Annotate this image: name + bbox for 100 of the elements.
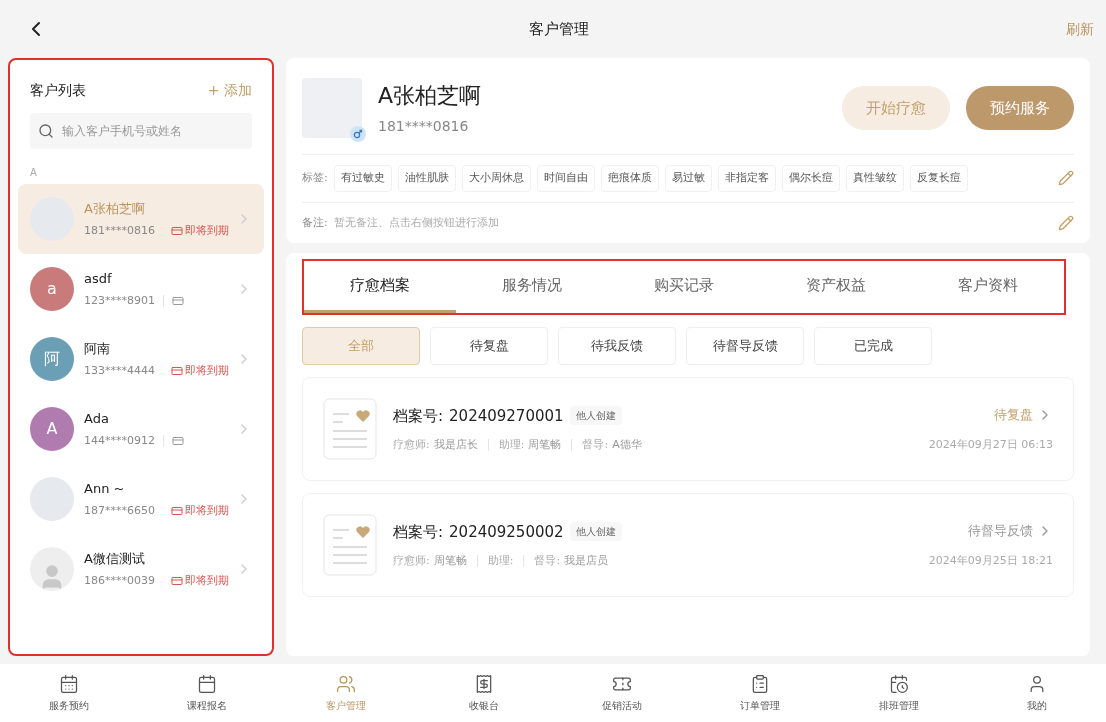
customer-item[interactable]: A Ada 144****0912 [18,394,264,464]
record-label: 档案号: [393,405,444,427]
tab[interactable]: 购买记录 [608,261,760,313]
expiring-label: 即将到期 [185,362,229,379]
record-status: 待督导反馈 [968,522,1033,540]
tab[interactable]: 疗愈档案 [304,261,456,313]
nav-tab[interactable]: 收银台 [414,673,553,713]
customer-phone: 144****0912 [84,432,155,449]
nav-tab[interactable]: 促销活动 [553,673,692,713]
card-icon [171,224,183,237]
letter-avatar: a [30,267,74,311]
nav-tab[interactable]: 订单管理 [691,673,830,713]
record-label: 档案号: [393,521,444,543]
customer-name: Ann ~ [84,480,126,498]
customer-phone: 187****6650 [84,502,155,519]
card-icon [171,504,183,517]
record-status: 待复盘 [994,406,1033,424]
note-label: 备注: [302,214,328,231]
customer-name: A微信测试 [84,550,146,568]
photo-placeholder [302,78,362,138]
customer-name: Ada [84,410,110,428]
tags-label: 标签: [302,170,328,186]
customer-phone: 181****0816 [378,117,470,136]
meta-label: 疗愈师: [393,553,430,569]
meta-value: 我是店员 [564,553,609,569]
letter-avatar: A [30,407,74,451]
tag: 有过敏史 [333,165,392,192]
tab[interactable]: 客户资料 [912,261,1064,313]
tag: 偶尔长痘 [781,165,840,192]
record-number: 202409250002 [449,521,564,543]
meta-value: A德华 [612,437,642,453]
customer-name: asdf [84,270,113,288]
letter-avatar: 阿 [30,337,74,381]
card-icon [171,364,183,377]
filter-chip[interactable]: 已完成 [814,327,932,365]
tag: 大小周休息 [461,165,531,192]
filter-chip[interactable]: 待督导反馈 [686,327,804,365]
tag: 反复长痘 [909,165,968,192]
calendar-list-icon [59,673,80,694]
record-number: 202409270001 [449,405,564,427]
card-icon [171,574,183,587]
customer-item[interactable]: a asdf 123****8901 [18,254,264,324]
card-icon [172,294,184,307]
record-card[interactable]: 档案号: 202409270001 他人创建 疗愈师: 我是店长 助理: 周笔畅 督导: A德华 待复盘 2024年09月27日 06:13 [302,377,1074,481]
nav-tab[interactable]: 排班管理 [829,673,968,713]
search-box[interactable]: 输入客户手机号或姓名 [30,113,252,149]
calendar-icon [197,673,218,694]
meta-label: 疗愈师: [393,437,430,453]
card-icon [172,434,184,447]
record-date: 2024年09月27日 06:13 [928,436,1053,453]
male-icon [350,126,366,142]
meta-label: 助理: [498,437,525,453]
customer-item[interactable]: A微信测试 186****0039 即将到期 [18,534,264,604]
calendar-clock-icon [888,673,909,694]
note-text: 暂无备注、点击右侧按钮进行添加 [333,214,499,231]
customer-phone: 181****0816 [84,222,155,239]
customer-phone: 186****0039 [84,572,155,589]
nav-tab[interactable]: 课程报名 [138,673,277,713]
tag: 疤痕体质 [600,165,659,192]
nav-tab[interactable]: 我的 [967,673,1106,713]
tag: 真性皱纹 [845,165,904,192]
record-date: 2024年09月25日 18:21 [928,552,1053,569]
creator-tag: 他人创建 [569,522,622,542]
meta-value: 周笔畅 [433,553,467,569]
page-title: 客户管理 [528,18,590,40]
tab[interactable]: 服务情况 [456,261,608,313]
panel-title: 客户列表 [30,81,86,100]
meta-value: 周笔畅 [528,437,562,453]
edit-icon [1058,214,1074,231]
meta-label: 助理: [487,553,514,569]
customer-name: 阿南 [84,340,111,358]
creator-tag: 他人创建 [569,406,622,426]
default-avatar-icon [30,547,74,591]
meta-label: 督导: [534,553,561,569]
tag: 时间自由 [536,165,595,192]
filter-chip[interactable]: 待我反馈 [558,327,676,365]
customer-name: A张柏芝啊 [378,82,483,110]
group-letter: A [29,166,38,180]
expiring-label: 即将到期 [185,572,229,589]
customer-item[interactable]: 阿 阿南 133****4444 即将到期 [18,324,264,394]
search-icon [38,123,54,139]
search-field[interactable]: 输入客户手机号或姓名 [62,122,244,140]
filter-chip[interactable]: 待复盘 [430,327,548,365]
customer-phone: 123****8901 [84,292,155,309]
meta-value: 我是店长 [433,437,478,453]
customer-item[interactable]: A张柏芝啊 181****0816 即将到期 [18,184,264,254]
tag: 非指定客 [717,165,776,192]
nav-tab[interactable]: 服务预约 [0,673,139,713]
expiring-label: 即将到期 [185,502,229,519]
tag: 油性肌肤 [397,165,456,192]
customer-name: A张柏芝啊 [84,200,146,218]
expiring-label: 即将到期 [185,222,229,239]
tag: 易过敏 [664,165,712,192]
tab[interactable]: 资产权益 [760,261,912,313]
meta-label: 督导: [582,437,609,453]
record-card[interactable]: 档案号: 202409250002 他人创建 疗愈师: 周笔畅 助理: 督导: 我是店员 待督导反馈 2024年09月25日 18:21 [302,493,1074,597]
users-icon [335,673,356,694]
photo-placeholder [30,477,74,521]
customer-phone: 133****4444 [84,362,155,379]
customer-item[interactable]: Ann ~ 187****6650 即将到期 [18,464,264,534]
